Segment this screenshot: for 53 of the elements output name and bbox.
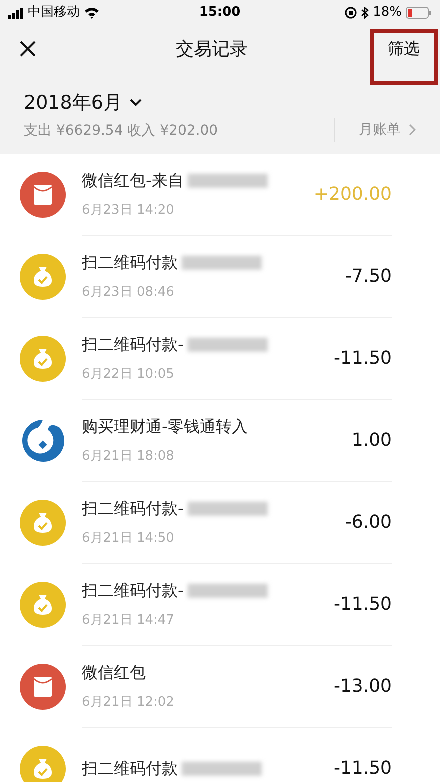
transaction-date: 6月21日 18:08	[82, 448, 176, 466]
transaction-title: 购买理财通-零钱通转入	[82, 416, 248, 438]
transaction-amount: +200.00	[314, 183, 392, 207]
transaction-row[interactable]: 微信红包-来自 6月23日 14:20 +200.00	[0, 154, 440, 236]
transaction-title: 扫二维码付款	[82, 252, 178, 274]
chevron-down-icon	[130, 98, 142, 107]
transaction-date: 6月21日 12:02	[82, 694, 176, 712]
wifi-icon	[84, 7, 100, 19]
transaction-row[interactable]: 扫二维码付款 -11.50	[0, 728, 440, 782]
transaction-row[interactable]: 扫二维码付款- 6月21日 14:47 -11.50	[0, 564, 440, 646]
transaction-amount: -6.00	[345, 511, 392, 535]
transaction-title: 扫二维码付款	[82, 758, 178, 780]
month-selector[interactable]: 2018年6月	[24, 88, 142, 117]
money-bag-icon	[20, 500, 66, 546]
carrier-name: 中国移动	[28, 4, 80, 22]
transaction-date: 6月23日 08:46	[82, 284, 176, 302]
clock-time: 15:00	[199, 4, 241, 22]
transaction-row[interactable]: 购买理财通-零钱通转入 6月21日 18:08 1.00	[0, 400, 440, 482]
battery-percent: 18%	[373, 4, 402, 22]
battery-icon	[406, 7, 432, 19]
bluetooth-icon	[361, 7, 370, 19]
money-bag-icon	[20, 582, 66, 628]
transaction-title: 扫二维码付款-	[82, 498, 184, 520]
signal-icon	[8, 8, 24, 18]
filter-button[interactable]: 筛选	[384, 37, 424, 61]
page-title: 交易记录	[175, 38, 249, 62]
transaction-title: 微信红包-来自	[82, 170, 184, 192]
envelope-icon	[20, 664, 66, 710]
transaction-row[interactable]: 扫二维码付款- 6月21日 14:50 -6.00	[0, 482, 440, 564]
transaction-amount: 1.00	[352, 429, 392, 453]
transaction-row[interactable]: 微信红包 6月21日 12:02 -13.00	[0, 646, 440, 728]
transaction-title: 微信红包	[82, 662, 146, 684]
transaction-amount: -7.50	[345, 265, 392, 289]
transaction-row[interactable]: 扫二维码付款 6月23日 08:46 -7.50	[0, 236, 440, 318]
chevron-right-icon	[409, 124, 416, 136]
transaction-title: 扫二维码付款-	[82, 580, 184, 602]
transaction-date: 6月21日 14:50	[82, 530, 176, 548]
money-bag-icon	[20, 336, 66, 382]
swirl-logo-icon	[20, 418, 66, 464]
transaction-amount: -13.00	[334, 675, 392, 699]
month-totals: 支出 ¥6629.54 收入 ¥202.00	[24, 122, 220, 141]
money-bag-icon	[20, 254, 66, 300]
rotation-lock-icon	[345, 7, 358, 19]
transaction-title: 扫二维码付款-	[82, 334, 184, 356]
transaction-amount: -11.50	[334, 347, 392, 371]
close-icon	[19, 40, 37, 58]
transaction-row[interactable]: 扫二维码付款- 6月22日 10:05 -11.50	[0, 318, 440, 400]
transaction-date: 6月23日 14:20	[82, 202, 176, 220]
transaction-amount: -11.50	[334, 757, 392, 781]
transaction-amount: -11.50	[334, 593, 392, 617]
transaction-date: 6月22日 10:05	[82, 366, 176, 384]
envelope-icon	[20, 172, 66, 218]
transaction-date: 6月21日 14:47	[82, 612, 176, 630]
